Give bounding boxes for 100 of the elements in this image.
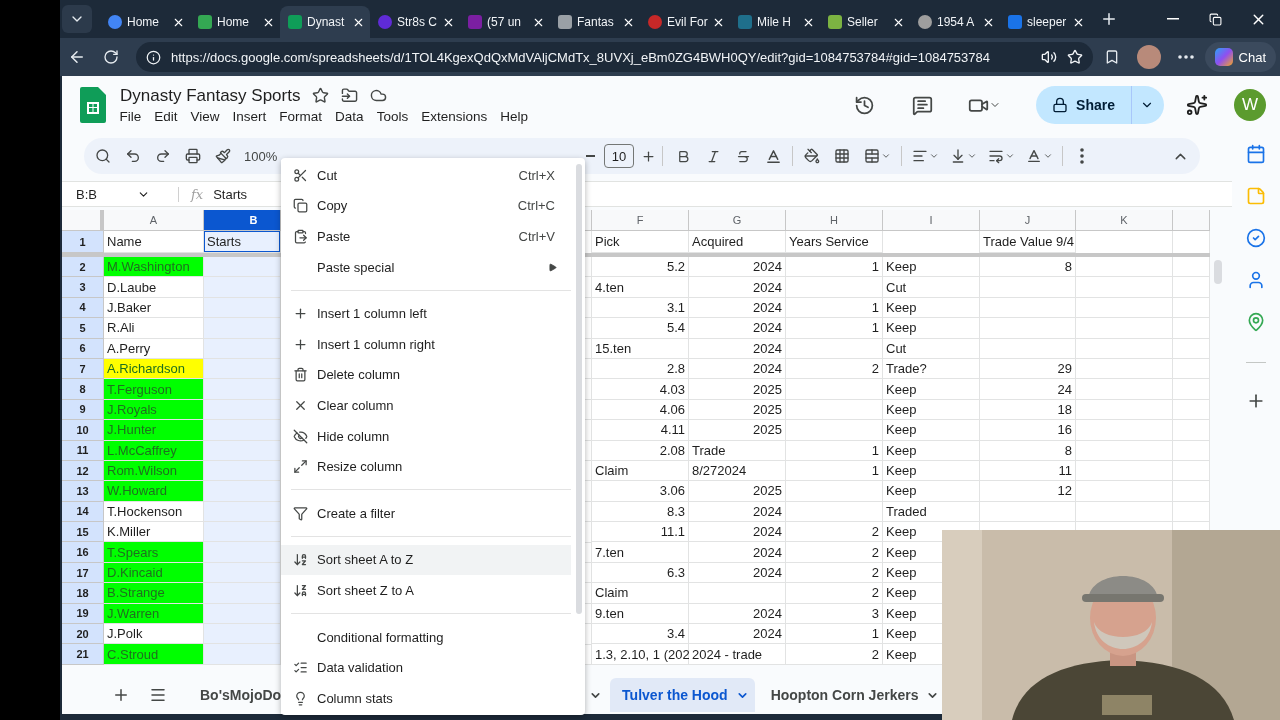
row-number: 19 (62, 603, 104, 625)
plus-icon (293, 306, 308, 322)
column-header[interactable]: I (883, 210, 980, 231)
scrollbar-thumb[interactable] (1214, 260, 1222, 284)
browser-tab[interactable]: Dynast (280, 6, 370, 38)
row-number: 11 (62, 440, 104, 461)
cloud-icon (370, 87, 388, 104)
column-header[interactable]: G (689, 210, 786, 231)
checklist-icon (293, 660, 308, 676)
sort-icon (293, 552, 308, 568)
menu-item[interactable]: Data (328, 107, 371, 125)
row-number: 15 (62, 522, 104, 543)
browser-tab[interactable]: Evil For (640, 6, 730, 38)
favicon-icon (827, 14, 843, 30)
folder-icon[interactable] (341, 87, 359, 104)
minimize-icon (1166, 18, 1179, 20)
font-size-field[interactable]: 10 (604, 144, 634, 168)
history-icon (853, 94, 875, 116)
star-icon[interactable] (312, 87, 330, 104)
scrollbar-thumb[interactable] (576, 164, 582, 614)
browser-tab[interactable]: Str8s C (370, 6, 460, 38)
filter-icon (293, 505, 308, 521)
favicon-icon (377, 14, 393, 30)
table-cell: L.McCaffrey (104, 440, 204, 461)
plus-icon (293, 336, 308, 352)
profile-avatar[interactable] (1136, 45, 1161, 69)
menu-item[interactable]: Sort sheet A to Z (281, 544, 571, 576)
row-number: 5 (62, 318, 104, 339)
row-number: 8 (62, 379, 104, 400)
browser-tab[interactable]: Mile H (730, 6, 820, 38)
table-cell: 1.3, 2.10, 1 (202 (592, 644, 689, 665)
table-cell: D.Kincaid (104, 562, 204, 584)
tab-list-button[interactable] (62, 5, 92, 33)
copy-icon (293, 198, 308, 214)
caret-icon (1042, 151, 1053, 161)
formula-text: Starts (213, 186, 248, 202)
sheet-tab[interactable]: Bo'sMojoDo (188, 678, 284, 712)
address-bar[interactable]: https://docs.google.com/spreadsheets/d/1TOL4KgexQdQxMdVAljCMdTx_8UVXj_eBm0ZG4BWH0QY/edit?gid=1084753784#gid=1084753784 (136, 42, 1093, 72)
paint-bucket-icon (804, 148, 820, 164)
menu-item[interactable]: Tools (370, 107, 415, 125)
trash-icon (293, 367, 308, 383)
zoom-select[interactable]: 100% (238, 142, 282, 170)
row-number: 9 (62, 399, 104, 421)
row-number: 21 (62, 644, 104, 665)
browser-tab[interactable]: sleeper (1000, 6, 1090, 38)
plus-icon (112, 686, 130, 704)
browser-tab[interactable]: Home (190, 6, 280, 38)
sheets-logo-icon[interactable] (80, 87, 106, 123)
clipboard-icon (293, 229, 308, 244)
eye-off-icon (293, 428, 308, 444)
browser-tab[interactable]: Seller (820, 6, 910, 38)
column-header[interactable]: F (592, 210, 689, 231)
menu-item[interactable]: Extensions (414, 107, 494, 125)
menu-item[interactable]: View (184, 107, 227, 125)
shortcut-text: Ctrl+C (517, 198, 555, 214)
calendar-icon[interactable] (1246, 144, 1266, 164)
range-text: B:B (76, 186, 97, 202)
row-number: 1 (62, 231, 104, 253)
check-circle-icon[interactable] (1246, 228, 1266, 248)
document-title[interactable]: Dynasty Fantasy Sports (120, 85, 301, 106)
browser-tab[interactable]: 1954 A (910, 6, 1000, 38)
menu-item[interactable]: Insert (226, 107, 273, 125)
lightbulb-icon (293, 690, 308, 706)
column-header[interactable]: B (204, 210, 281, 231)
scissors-icon (293, 167, 308, 183)
share-button[interactable]: Share (1036, 86, 1164, 124)
wrap-text-icon (987, 148, 1004, 164)
favicon-icon (107, 14, 123, 30)
menu-item[interactable]: Edit (147, 107, 185, 125)
column-header[interactable]: A (104, 210, 204, 231)
sheet-tab[interactable]: Hoopton Corn Jerkers (758, 678, 946, 712)
person-icon[interactable] (1246, 270, 1266, 290)
column-header[interactable]: K (1076, 210, 1173, 231)
column-header[interactable]: H (786, 210, 883, 231)
column-header[interactable]: J (980, 210, 1076, 231)
redo-icon (155, 148, 171, 164)
sheet-tab[interactable]: Tulver the Hood (610, 678, 755, 712)
favicon-icon (737, 14, 753, 30)
merge-cells-icon (863, 148, 880, 164)
browser-tab[interactable]: Home (100, 6, 190, 38)
menu-item[interactable]: Help (493, 107, 535, 125)
chat-button[interactable]: Chat (1204, 42, 1276, 72)
paint-roller-icon (215, 148, 231, 164)
row-number: 12 (62, 460, 104, 482)
sparkle-icon[interactable] (1186, 94, 1208, 116)
table-cell: T.Ferguson (104, 379, 204, 400)
name-box[interactable]: B:B (62, 186, 158, 202)
more-icon (1177, 55, 1194, 59)
row-number: 2 (62, 257, 104, 278)
menu-item[interactable]: File (113, 107, 148, 125)
plus-icon (640, 148, 656, 164)
read-aloud-icon[interactable] (1040, 49, 1057, 65)
browser-tab[interactable]: (57 un (460, 6, 550, 38)
favicon-icon (557, 14, 573, 30)
browser-tab[interactable]: Fantas (550, 6, 640, 38)
menu-item[interactable]: Format (272, 107, 329, 125)
map-pin-icon[interactable] (1246, 312, 1266, 332)
grid-icon (834, 148, 850, 164)
site-info-icon[interactable] (146, 49, 161, 65)
row-number: 16 (62, 542, 104, 563)
